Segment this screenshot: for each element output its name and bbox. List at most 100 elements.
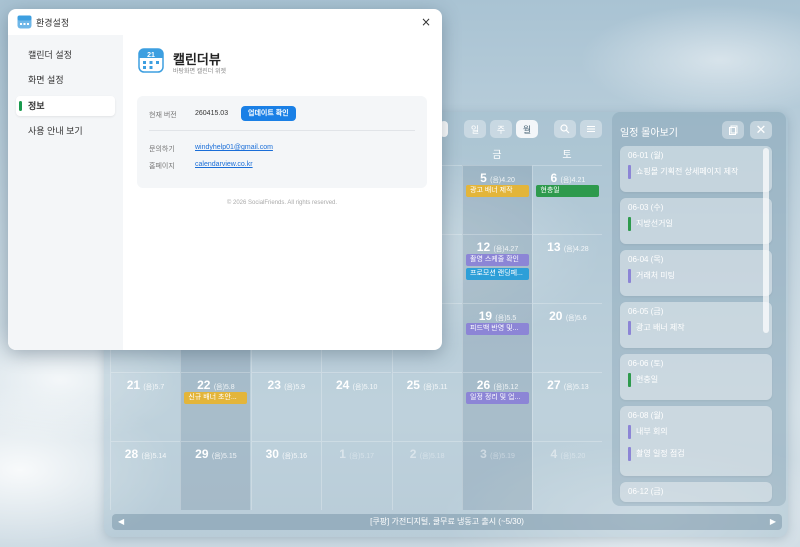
day-number: 26 (음)5.12 (463, 378, 532, 392)
agenda-item[interactable]: 쇼핑몰 기획전 상세페이지 제작 (628, 164, 764, 180)
agenda-item[interactable]: 현충일 (628, 372, 764, 388)
view-day-button[interactable]: 일 (464, 120, 486, 138)
day-number: 28 (음)5.14 (111, 447, 180, 461)
day-cell[interactable]: 30 (음)5.16 (250, 441, 321, 510)
agenda-card[interactable]: 06-01 (월) 쇼핑몰 기획전 상세페이지 제작 (620, 146, 772, 192)
day-cell[interactable]: 22 (음)5.8 신규 배너 초안... (180, 372, 251, 441)
lunar-date: (음)4.28 (563, 246, 589, 253)
day-cell[interactable]: 6 (음)4.21 현충일 (532, 165, 603, 234)
calendar-logo-icon: 21 (138, 48, 164, 73)
day-number-value: 13 (547, 240, 561, 254)
day-cell[interactable]: 24 (음)5.10 (321, 372, 392, 441)
day-cell[interactable]: 20 (음)5.6 (532, 303, 603, 372)
version-label: 현재 버전 (149, 112, 177, 119)
svg-text:21: 21 (147, 52, 155, 59)
day-cell[interactable]: 1 (음)5.17 (321, 441, 392, 510)
day-number-value: 29 (195, 447, 209, 461)
day-cell[interactable]: 4 (음)5.20 (532, 441, 603, 510)
view-month-button[interactable]: 월 (516, 120, 538, 138)
agenda-item[interactable]: 지방선거일 (628, 216, 764, 232)
close-icon[interactable]: × (418, 14, 434, 30)
lunar-date: (음)5.20 (560, 453, 586, 460)
day-cell[interactable]: 3 (음)5.19 (462, 441, 532, 510)
agenda-item[interactable]: 촬영 일정 점검 (628, 446, 764, 462)
event-chip[interactable]: 광고 배너 제작 (466, 185, 529, 197)
notice-bar[interactable]: ◀ [쿠팡] 가전디지털, 쿨무료 냉동고 출시 (~5/30) ▶ (112, 514, 782, 530)
agenda-date: 06-01 (월) (628, 151, 664, 160)
day-cell[interactable]: 27 (음)5.13 (532, 372, 603, 441)
agenda-item[interactable]: 광고 배너 제작 (628, 320, 764, 336)
day-cell[interactable]: 29 (음)5.15 (180, 441, 251, 510)
lunar-date: (음)5.7 (143, 384, 165, 391)
day-number: 22 (음)5.8 (181, 378, 250, 392)
event-chip[interactable]: 피드백 반영 및... (466, 323, 529, 335)
agenda-scrollbar[interactable] (763, 148, 769, 333)
settings-sidebar: 캘린더 설정 화면 설정 정보 사용 안내 보기 (8, 35, 123, 350)
day-number: 27 (음)5.13 (533, 378, 602, 392)
day-number-value: 2 (409, 447, 417, 461)
weekday-header-fri: 금 (492, 150, 502, 161)
day-cell[interactable]: 25 (음)5.11 (391, 372, 462, 441)
agenda-card[interactable]: 06-12 (금) (620, 482, 772, 502)
next-arrow-icon[interactable]: ▶ (770, 514, 776, 530)
homepage-link[interactable]: calendarview.co.kr (195, 161, 253, 168)
notice-text[interactable]: [쿠팡] 가전디지털, 쿨무료 냉동고 출시 (~5/30) (112, 514, 782, 530)
day-number-value: 12 (476, 240, 491, 254)
event-chip[interactable]: 현충일 (536, 185, 600, 197)
day-number: 29 (음)5.15 (181, 447, 250, 461)
event-chip[interactable]: 일정 정리 및 업... (466, 392, 529, 404)
day-cell[interactable]: 19 (음)5.5 피드백 반영 및... (462, 303, 532, 372)
agenda-date: 06-12 (금) (628, 487, 664, 496)
dialog-titlebar: 환경설정 × (8, 9, 442, 35)
event-chip[interactable]: 프로모션 랜딩페... (466, 268, 529, 280)
agenda-date: 06-03 (수) (628, 203, 664, 212)
view-week-button[interactable]: 주 (490, 120, 512, 138)
day-cell[interactable]: 28 (음)5.14 (110, 441, 180, 510)
event-chip[interactable]: 신규 배너 초안... (184, 392, 248, 404)
contact-label: 문의하기 (149, 146, 175, 153)
agenda-card[interactable]: 06-03 (수) 지방선거일 (620, 198, 772, 244)
info-card: 현재 버전 260415.03 업데이트 확인 문의하기 windyhelp01… (137, 96, 427, 188)
day-number: 2 (음)5.18 (393, 447, 462, 461)
check-update-button[interactable]: 업데이트 확인 (241, 106, 296, 121)
day-cell[interactable]: 2 (음)5.18 (391, 441, 462, 510)
day-number-value: 30 (265, 447, 279, 461)
close-icon[interactable]: ✕ (750, 121, 772, 139)
divider (149, 130, 415, 131)
event-chip[interactable]: 촬영 스케줄 확인 (466, 254, 529, 266)
agenda-card[interactable]: 06-04 (목) 거래처 미팅 (620, 250, 772, 296)
day-number: 5 (음)4.20 (463, 171, 532, 185)
sidebar-item-calendar-settings[interactable]: 캘린더 설정 (16, 45, 115, 65)
search-icon[interactable] (554, 120, 576, 138)
agenda-date: 06-04 (목) (628, 255, 664, 264)
day-number-value: 6 (550, 171, 558, 185)
agenda-date: 06-06 (토) (628, 359, 664, 368)
day-cell[interactable]: 13 (음)4.28 (532, 234, 603, 303)
day-cell[interactable]: 12 (음)4.27 촬영 스케줄 확인프로모션 랜딩페... (462, 234, 532, 303)
agenda-card[interactable]: 06-08 (월) 내부 회의 촬영 일정 점검 (620, 406, 772, 476)
weekday-header-sat: 토 (562, 150, 572, 161)
day-cell[interactable]: 23 (음)5.9 (250, 372, 321, 441)
day-number: 12 (음)4.27 (463, 240, 532, 254)
day-number-value: 22 (197, 378, 211, 392)
day-cell[interactable]: 26 (음)5.12 일정 정리 및 업... (462, 372, 532, 441)
day-number: 25 (음)5.11 (393, 378, 462, 392)
agenda-card[interactable]: 06-05 (금) 광고 배너 제작 (620, 302, 772, 348)
agenda-date: 06-05 (금) (628, 307, 664, 316)
day-number-value: 1 (339, 447, 346, 461)
lunar-date: (음)5.15 (211, 453, 237, 460)
agenda-item[interactable]: 거래처 미팅 (628, 268, 764, 284)
lunar-date: (음)5.13 (563, 384, 589, 391)
day-cell[interactable]: 21 (음)5.7 (110, 372, 180, 441)
sidebar-item-guide[interactable]: 사용 안내 보기 (16, 121, 115, 141)
sidebar-item-display-settings[interactable]: 화면 설정 (16, 70, 115, 90)
agenda-card[interactable]: 06-06 (토) 현충일 (620, 354, 772, 400)
day-number-value: 25 (406, 378, 420, 392)
menu-icon[interactable] (580, 120, 602, 138)
calendar-app-icon (17, 15, 32, 29)
copy-icon[interactable] (722, 121, 744, 139)
agenda-item[interactable]: 내부 회의 (628, 424, 764, 440)
sidebar-item-info[interactable]: 정보 (16, 96, 115, 116)
contact-email-link[interactable]: windyhelp01@gmail.com (195, 144, 273, 151)
day-cell[interactable]: 5 (음)4.20 광고 배너 제작 (462, 165, 532, 234)
